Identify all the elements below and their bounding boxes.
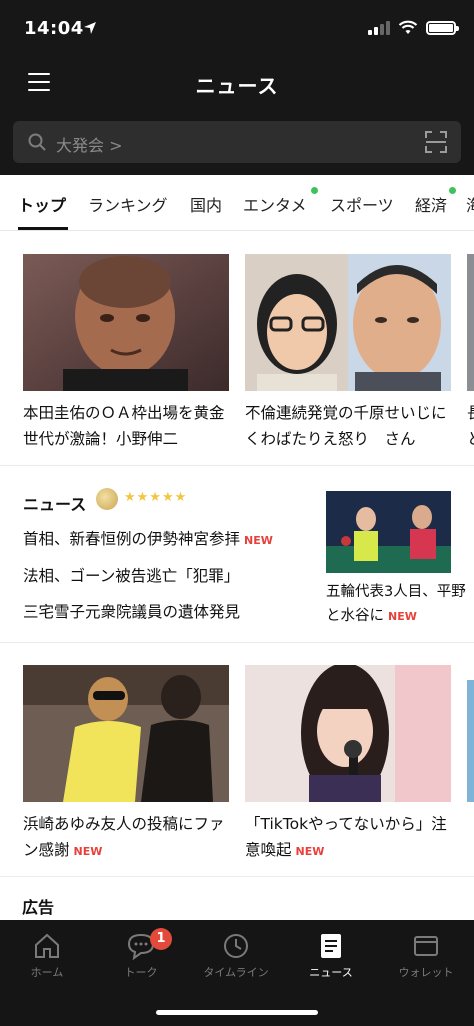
tab-sports[interactable]: スポーツ xyxy=(330,192,394,216)
category-tabs: トップ ランキング 国内 エンタメ スポーツ 経済 海 xyxy=(0,175,474,231)
headline-text: 三宅雪子元衆院議員の遺体発見 xyxy=(23,603,241,621)
headline-1[interactable]: 首相、新春恒例の伊勢神宮参拝 NEW xyxy=(23,527,273,549)
section-divider xyxy=(0,642,474,643)
article-caption: 「TikTokやってないから」注意喚起 NEW xyxy=(245,811,455,865)
nav-label: ホーム xyxy=(30,966,64,979)
status-bar: 14:04 xyxy=(0,0,474,58)
article-thumbnail xyxy=(23,254,229,391)
nav-talk[interactable]: 1 トーク xyxy=(94,928,188,980)
headline-3[interactable]: 三宅雪子元衆院議員の遺体発見 xyxy=(23,600,240,622)
search-trending-text: 大発会 > xyxy=(56,136,123,155)
nav-timeline[interactable]: タイムライン xyxy=(189,932,283,980)
new-badge: NEW xyxy=(73,845,103,858)
tab-overseas[interactable]: 海 xyxy=(466,192,474,216)
status-time: 14:04 xyxy=(24,18,84,39)
nav-label: ウォレット xyxy=(398,966,454,979)
nav-label: ニュース xyxy=(309,966,353,979)
clock-icon xyxy=(224,934,248,958)
app-header: ニュース xyxy=(0,58,474,110)
nav-news[interactable]: ニュース xyxy=(284,932,378,980)
nav-home[interactable]: ホーム xyxy=(0,932,94,980)
wallet-icon xyxy=(414,936,438,956)
section-divider xyxy=(0,465,474,466)
top-dark-area: 14:04 ニュース 大発会 > xyxy=(0,0,474,175)
headline-text: 首相、新春恒例の伊勢神宮参拝 xyxy=(23,530,241,548)
article-thumbnail xyxy=(245,665,451,802)
active-tab-indicator xyxy=(18,227,68,230)
nav-wallet[interactable]: ウォレット xyxy=(379,932,473,980)
search-bar[interactable]: 大発会 > xyxy=(13,121,461,163)
nav-label: タイムライン xyxy=(203,966,269,979)
tab-economy[interactable]: 経済 xyxy=(415,192,447,216)
article-thumbnail xyxy=(467,680,474,802)
scan-icon[interactable] xyxy=(425,131,447,153)
article-title: 長と xyxy=(467,400,474,452)
article-title: 本田圭佑のＯＡ枠出場を黄金世代が激論！小野伸二 xyxy=(23,404,225,448)
article-thumbnail xyxy=(23,665,229,802)
location-arrow-icon xyxy=(84,22,96,34)
cellular-signal-icon xyxy=(368,21,390,35)
new-badge: NEW xyxy=(295,845,325,858)
article-title: 不倫連続発覚の千原せいじにくわばたりえ怒り さん xyxy=(245,404,447,448)
home-icon xyxy=(35,933,59,958)
battery-icon xyxy=(426,21,459,35)
tab-top[interactable]: トップ xyxy=(18,192,66,216)
ad-label: 広告 xyxy=(22,898,55,917)
article-title: 浜崎あゆみ友人の投稿にファン感謝 xyxy=(23,815,225,859)
search-icon xyxy=(28,133,46,151)
article-caption: 浜崎あゆみ友人の投稿にファン感謝 NEW xyxy=(23,811,233,865)
news-section-heading: ニュース xyxy=(23,495,87,514)
status-indicators xyxy=(368,18,459,38)
tab-economy-new-dot xyxy=(449,187,456,194)
tab-domestic[interactable]: 国内 xyxy=(190,192,222,216)
new-badge: NEW xyxy=(244,534,273,547)
article-thumbnail xyxy=(245,254,451,391)
side-article-caption: 五輪代表3人目、平野と水谷に NEW xyxy=(326,580,466,629)
wifi-icon xyxy=(398,20,418,34)
new-badge: NEW xyxy=(388,610,417,623)
home-indicator xyxy=(156,1010,318,1015)
tab-ranking[interactable]: ランキング xyxy=(88,192,168,216)
article-title: 「TikTokやってないから」注意喚起 xyxy=(245,815,447,859)
section-divider xyxy=(0,876,474,877)
article-thumbnail xyxy=(326,491,451,573)
rating-stars: ★★★★★ xyxy=(124,490,188,505)
news-icon xyxy=(321,934,341,958)
nav-label: トーク xyxy=(124,966,158,979)
medal-icon xyxy=(96,488,118,510)
tab-entertainment[interactable]: エンタメ xyxy=(243,192,307,216)
page-title: ニュース xyxy=(195,74,279,98)
news-side-article[interactable]: 五輪代表3人目、平野と水谷に NEW xyxy=(326,491,466,624)
headline-text: 法相、ゴーン被告逃亡「犯罪」 xyxy=(23,567,240,585)
article-thumbnail xyxy=(467,254,474,391)
unread-badge: 1 xyxy=(150,928,172,950)
tab-entertainment-new-dot xyxy=(311,187,318,194)
headline-2[interactable]: 法相、ゴーン被告逃亡「犯罪」 xyxy=(23,564,239,586)
